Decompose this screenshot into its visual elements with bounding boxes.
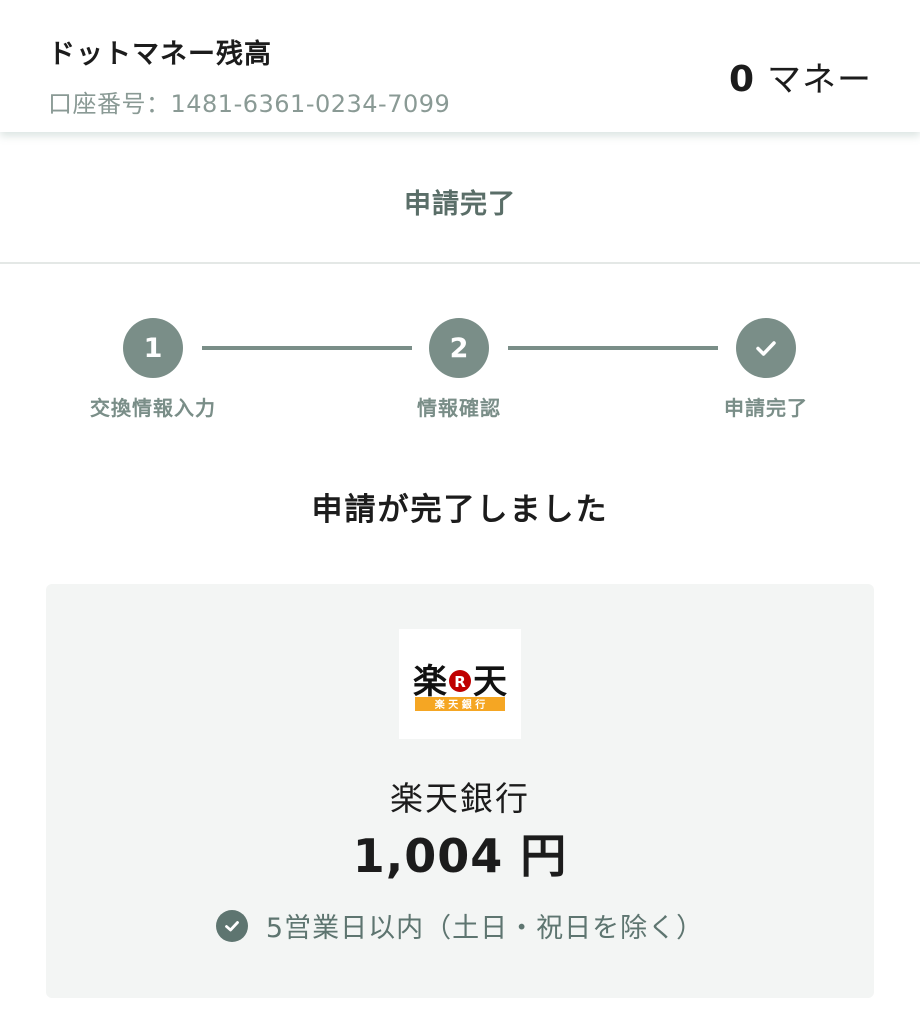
logo-subtitle: 楽 天 銀 行 [434,698,485,711]
eta-text: 5営業日以内（土日・祝日を除く） [265,913,705,944]
bank-logo: 楽 R 天 楽 天 銀 行 [399,629,521,739]
logo-mark: R [454,673,466,691]
transfer-amount: 1,004 円 [352,829,568,883]
logo-text-raku: 楽 [413,662,447,702]
logo-text-ten: 天 [473,662,507,702]
rakuten-bank-logo: 楽 R 天 楽 天 銀 行 [413,662,507,711]
step-1-label: 交換情報入力 [90,396,216,420]
step-2-number: 2 [449,332,469,364]
account-number: 口座番号：1481-6361-0234-7099 [48,90,451,118]
step-3-label: 申請完了 [724,396,808,420]
summary-card: 楽 R 天 楽 天 銀 行 楽天銀行 1,004 円 5営業日以内（土日・祝日を… [46,584,874,998]
step-1-circle: 1 [123,318,183,378]
balance-unit: マネー [767,60,872,100]
progress-stepper: 1 2 交換情報入力 情報確認 申請完了 [0,318,920,428]
step-connector-1 [202,346,412,350]
bank-name: 楽天銀行 [390,779,530,818]
check-icon [756,341,776,356]
step-3-circle [736,318,796,378]
check-circle-icon [215,909,248,942]
step-1-number: 1 [143,332,163,364]
step-2-label: 情報確認 [417,396,501,420]
step-2-circle: 2 [429,318,489,378]
balance-amount: 0 マネー [729,52,872,101]
page-title-bar: 申請完了 [0,132,920,264]
balance-header: ドットマネー残高 口座番号：1481-6361-0234-7099 0 マネー [0,0,920,132]
step-connector-2 [508,346,718,350]
balance-value: 0 [728,59,755,100]
balance-title: ドットマネー残高 [48,39,272,70]
eta-row: 5営業日以内（土日・祝日を除く） [46,906,874,945]
page-title: 申請完了 [404,189,516,220]
completion-heading: 申請が完了しました [311,492,609,528]
